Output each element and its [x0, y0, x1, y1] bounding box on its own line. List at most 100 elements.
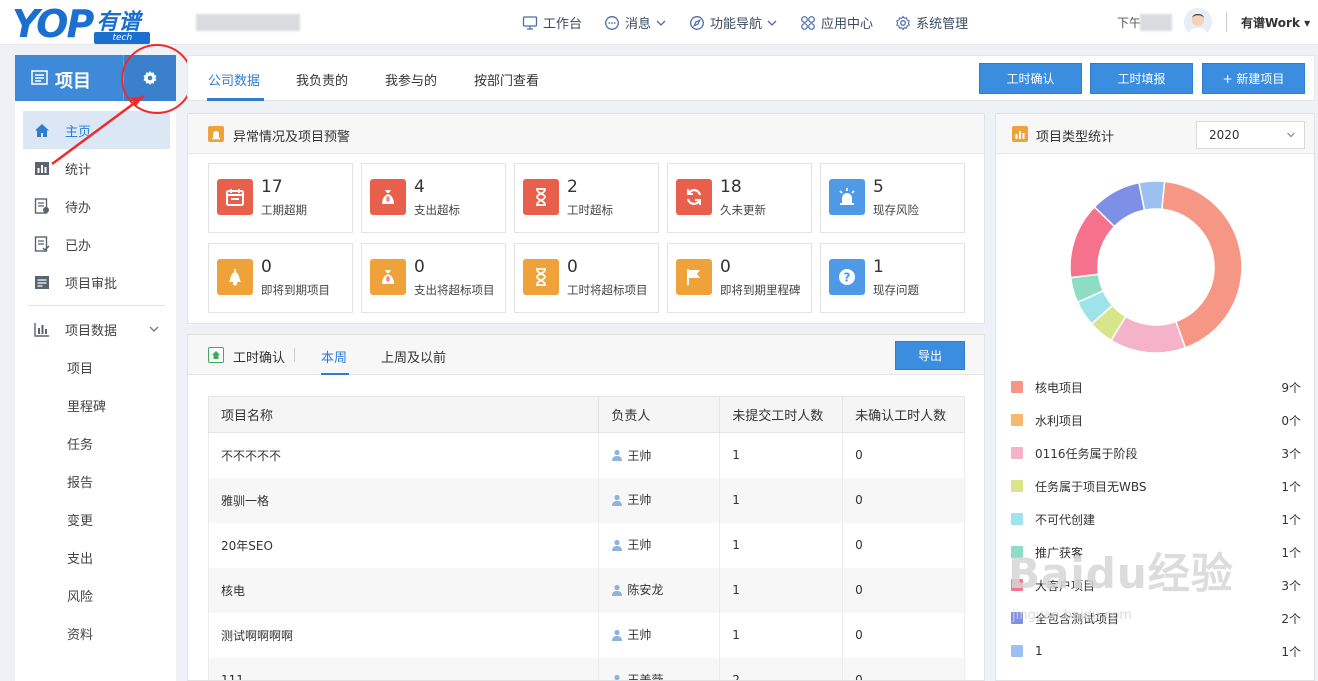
alert-card[interactable]: 0 支出将超标项目	[361, 243, 506, 313]
alert-card[interactable]: 0 工时将超标项目	[514, 243, 659, 313]
legend-item[interactable]: 0116任务属于阶段 3个	[1011, 445, 1301, 461]
flag-icon	[676, 259, 712, 295]
nav-function-guide[interactable]: 功能导航	[689, 13, 778, 32]
user-menu[interactable]: 有谱Work ▾	[1241, 14, 1310, 31]
sidebar-subitem-expense[interactable]: 支出	[23, 538, 170, 576]
sidebar-subitem-task[interactable]: 任务	[23, 424, 170, 462]
sidebar-subitem-report[interactable]: 报告	[23, 462, 170, 500]
alert-card[interactable]: 5 现存风险	[820, 163, 965, 233]
owner-name: 王帅	[627, 628, 652, 643]
legend-swatch	[1011, 579, 1023, 591]
sidebar-item-approval[interactable]: 项目审批	[23, 263, 170, 301]
cell-project-name[interactable]: 测试啊啊啊啊	[207, 612, 600, 658]
legend-item[interactable]: 任务属于项目无WBS 1个	[1011, 478, 1301, 494]
nav-messages[interactable]: 消息	[604, 13, 667, 32]
alert-card[interactable]: 0 即将到期里程碑	[667, 243, 812, 313]
legend-item[interactable]: 全包含测试项目 2个	[1011, 610, 1301, 626]
avatar[interactable]	[1184, 8, 1212, 36]
cell-unsubmitted: 1	[719, 567, 844, 613]
alert-card[interactable]: ? 1 现存问题	[820, 243, 965, 313]
legend-item[interactable]: 1 1个	[1011, 643, 1301, 659]
table-row[interactable]: 111 王美薇 2 0	[207, 657, 965, 680]
tab-my-responsible[interactable]: 我负责的	[296, 70, 348, 89]
sidebar-subitem-change[interactable]: 变更	[23, 500, 170, 538]
sidebar-menu: 主页 统计 待办 已办 项目审批 项目数据 项目 里程碑 任务 报告 变更 支出	[23, 111, 170, 652]
owner-name: 王帅	[627, 448, 652, 463]
table-row[interactable]: 雅驯一格 王帅 1 0	[207, 477, 965, 523]
active-tab-indicator	[207, 98, 264, 101]
legend-count: 2个	[1281, 611, 1301, 626]
tab-company-data[interactable]: 公司数据	[208, 70, 260, 89]
alert-card[interactable]: 4 支出超标	[361, 163, 506, 233]
new-project-button[interactable]: + 新建项目	[1202, 63, 1305, 94]
year-select[interactable]: 2020	[1196, 121, 1305, 149]
cell-owner: 陈安龙	[598, 567, 721, 613]
legend-item[interactable]: 不可代创建 1个	[1011, 511, 1301, 527]
alert-label: 工期超期	[261, 203, 307, 217]
sidebar-subitem-milestone[interactable]: 里程碑	[23, 386, 170, 424]
nav-app-center[interactable]: 应用中心	[800, 13, 873, 32]
export-button[interactable]: 导出	[895, 341, 965, 370]
table-header-row: 项目名称 负责人 未提交工时人数 未确认工时人数	[207, 396, 965, 433]
stats-panel-header: 项目类型统计 2020	[996, 114, 1314, 154]
worktime-fill-button[interactable]: 工时填报	[1090, 63, 1193, 94]
sidebar-item-todo[interactable]: 待办	[23, 187, 170, 225]
cell-project-name[interactable]: 不不不不不	[207, 432, 600, 478]
chevron-down-icon	[767, 20, 777, 26]
legend-label: 不可代创建	[1035, 512, 1096, 527]
cell-project-name[interactable]: 雅驯一格	[207, 477, 600, 523]
legend-item[interactable]: 核电项目 9个	[1011, 379, 1301, 395]
tab-by-department[interactable]: 按部门查看	[474, 70, 539, 89]
col-unconfirmed[interactable]: 未确认工时人数	[842, 396, 965, 433]
sidebar-item-done[interactable]: 已办	[23, 225, 170, 263]
cell-project-name[interactable]: 核电	[207, 567, 600, 613]
worktime-confirm-button[interactable]: 工时确认	[979, 63, 1082, 94]
col-owner[interactable]: 负责人	[598, 396, 721, 433]
hourglass-icon	[523, 179, 559, 215]
alert-card[interactable]: 0 即将到期项目	[208, 243, 353, 313]
stats-panel-title: 项目类型统计	[1036, 130, 1115, 145]
alerts-panel-header: 异常情况及项目预警	[188, 114, 984, 154]
cell-owner: 王美薇	[598, 657, 721, 680]
alert-card[interactable]: 18 久未更新	[667, 163, 812, 233]
table-row[interactable]: 20年SEO 王帅 1 0	[207, 522, 965, 568]
nav-workbench[interactable]: 工作台	[522, 13, 582, 32]
cell-unconfirmed: 0	[842, 477, 965, 523]
apps-icon	[801, 15, 815, 30]
alert-label: 现存问题	[873, 283, 919, 297]
table-row[interactable]: 测试啊啊啊啊 王帅 1 0	[207, 612, 965, 658]
sidebar-group-project-data[interactable]: 项目数据	[23, 310, 170, 348]
col-project-name[interactable]: 项目名称	[207, 396, 600, 433]
col-unsubmitted[interactable]: 未提交工时人数	[719, 396, 844, 433]
sidebar-subitem-documents[interactable]: 资料	[23, 614, 170, 652]
table-row[interactable]: 核电 陈安龙 1 0	[207, 567, 965, 613]
app-logo[interactable]: YOP 有谱 tech	[12, 2, 152, 44]
tab-this-week[interactable]: 本周	[321, 347, 347, 366]
legend-count: 1个	[1281, 512, 1301, 527]
project-type-stats-panel: 项目类型统计 2020 核电项目 9个 水利项目 0个 0116任务属于阶段 3个 任务属于…	[995, 113, 1315, 681]
legend-item[interactable]: 水利项目 0个	[1011, 412, 1301, 428]
alert-count: 2	[567, 177, 578, 197]
owner-name: 陈安龙	[627, 583, 664, 598]
nav-system-admin[interactable]: 系统管理	[895, 13, 968, 32]
legend-swatch	[1011, 546, 1023, 558]
cell-project-name[interactable]: 20年SEO	[207, 522, 600, 568]
sidebar-subitem-project[interactable]: 项目	[23, 348, 170, 386]
nav-messages-label: 消息	[625, 17, 652, 32]
chevron-down-icon	[149, 326, 159, 332]
tab-last-week-and-before[interactable]: 上周及以前	[381, 347, 446, 366]
logo-text: YOP	[12, 2, 94, 46]
table-row[interactable]: 不不不不不 王帅 1 0	[207, 432, 965, 478]
sidebar-divider	[28, 305, 165, 306]
sidebar-subitem-risk[interactable]: 风险	[23, 576, 170, 614]
alert-count: 4	[414, 177, 425, 197]
cell-project-name[interactable]: 111	[207, 657, 600, 680]
cell-unconfirmed: 0	[842, 612, 965, 658]
tab-my-participating[interactable]: 我参与的	[385, 70, 437, 89]
cell-unconfirmed: 0	[842, 432, 965, 478]
legend-item[interactable]: 大客户项目 3个	[1011, 577, 1301, 593]
cell-owner: 王帅	[598, 522, 721, 568]
alert-card[interactable]: 2 工时超标	[514, 163, 659, 233]
alert-card[interactable]: 17 工期超期	[208, 163, 353, 233]
legend-item[interactable]: 推广获客 1个	[1011, 544, 1301, 560]
